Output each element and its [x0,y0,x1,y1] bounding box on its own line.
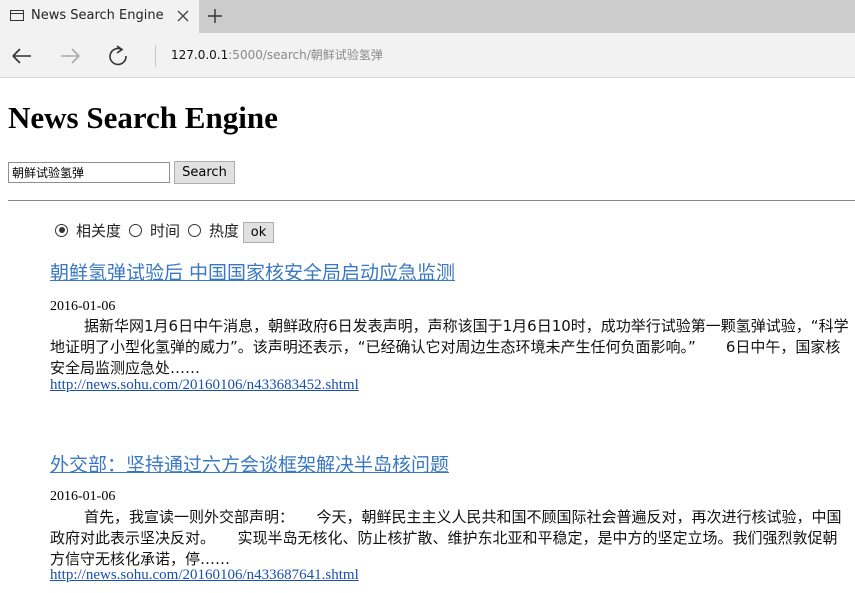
address-bar[interactable]: 127.0.0.1:5000/search/朝鲜试验氢弹 [171,46,383,63]
sort-label-relevance: 相关度 [76,221,122,240]
ok-button[interactable]: ok [243,221,275,243]
new-tab-icon[interactable] [206,7,224,25]
sort-label-time: 时间 [150,221,181,240]
refresh-icon[interactable] [105,43,131,69]
sort-radio-time[interactable] [129,223,143,237]
browser-tab[interactable]: News Search Engine [0,0,199,33]
search-input[interactable] [8,162,170,183]
result-url-link[interactable]: http://news.sohu.com/20160106/n433683452… [50,377,359,394]
sort-radio-relevance[interactable] [55,223,68,237]
divider [8,200,855,201]
tab-bar: News Search Engine [0,0,855,33]
result-title-link[interactable]: 朝鲜氢弹试验后 中国国家核安全局启动应急监测 [50,258,850,285]
result-title-link[interactable]: 外交部：坚持通过六方会谈框架解决半岛核问题 [50,450,850,477]
address-path: :5000/search/朝鲜试验氢弹 [228,48,383,62]
address-host: 127.0.0.1 [171,48,229,62]
sort-options: 相关度 时间 热度 ok [55,219,275,243]
back-arrow-icon[interactable] [9,43,35,69]
page-title: News Search Engine [8,100,278,135]
forward-arrow-icon[interactable] [57,43,83,69]
sort-label-popularity: 热度 [209,221,240,240]
search-button[interactable]: Search [174,161,235,184]
result-date: 2016-01-06 [50,489,116,504]
result-date: 2016-01-06 [50,299,116,314]
search-result: 外交部：坚持通过六方会谈框架解决半岛核问题 2016-01-06 首先，我宣读一… [50,450,850,583]
navigation-bar: 127.0.0.1:5000/search/朝鲜试验氢弹 [0,33,855,78]
sort-radio-popularity[interactable] [188,223,202,237]
tab-title: News Search Engine [31,8,164,23]
result-snippet: 首先，我宣读一则外交部声明： 今天，朝鲜民主主义人民共和国不顾国际社会普遍反对，… [50,508,842,568]
page-icon [10,10,24,21]
close-icon[interactable] [176,9,190,23]
address-separator [155,45,156,67]
result-snippet: 据新华网1月6日中午消息，朝鲜政府6日发表声明，声称该国于1月6日10时，成功举… [50,317,849,377]
result-url-link[interactable]: http://news.sohu.com/20160106/n433687641… [50,567,359,584]
search-result: 朝鲜氢弹试验后 中国国家核安全局启动应急监测 2016-01-06 据新华网1月… [50,258,850,393]
